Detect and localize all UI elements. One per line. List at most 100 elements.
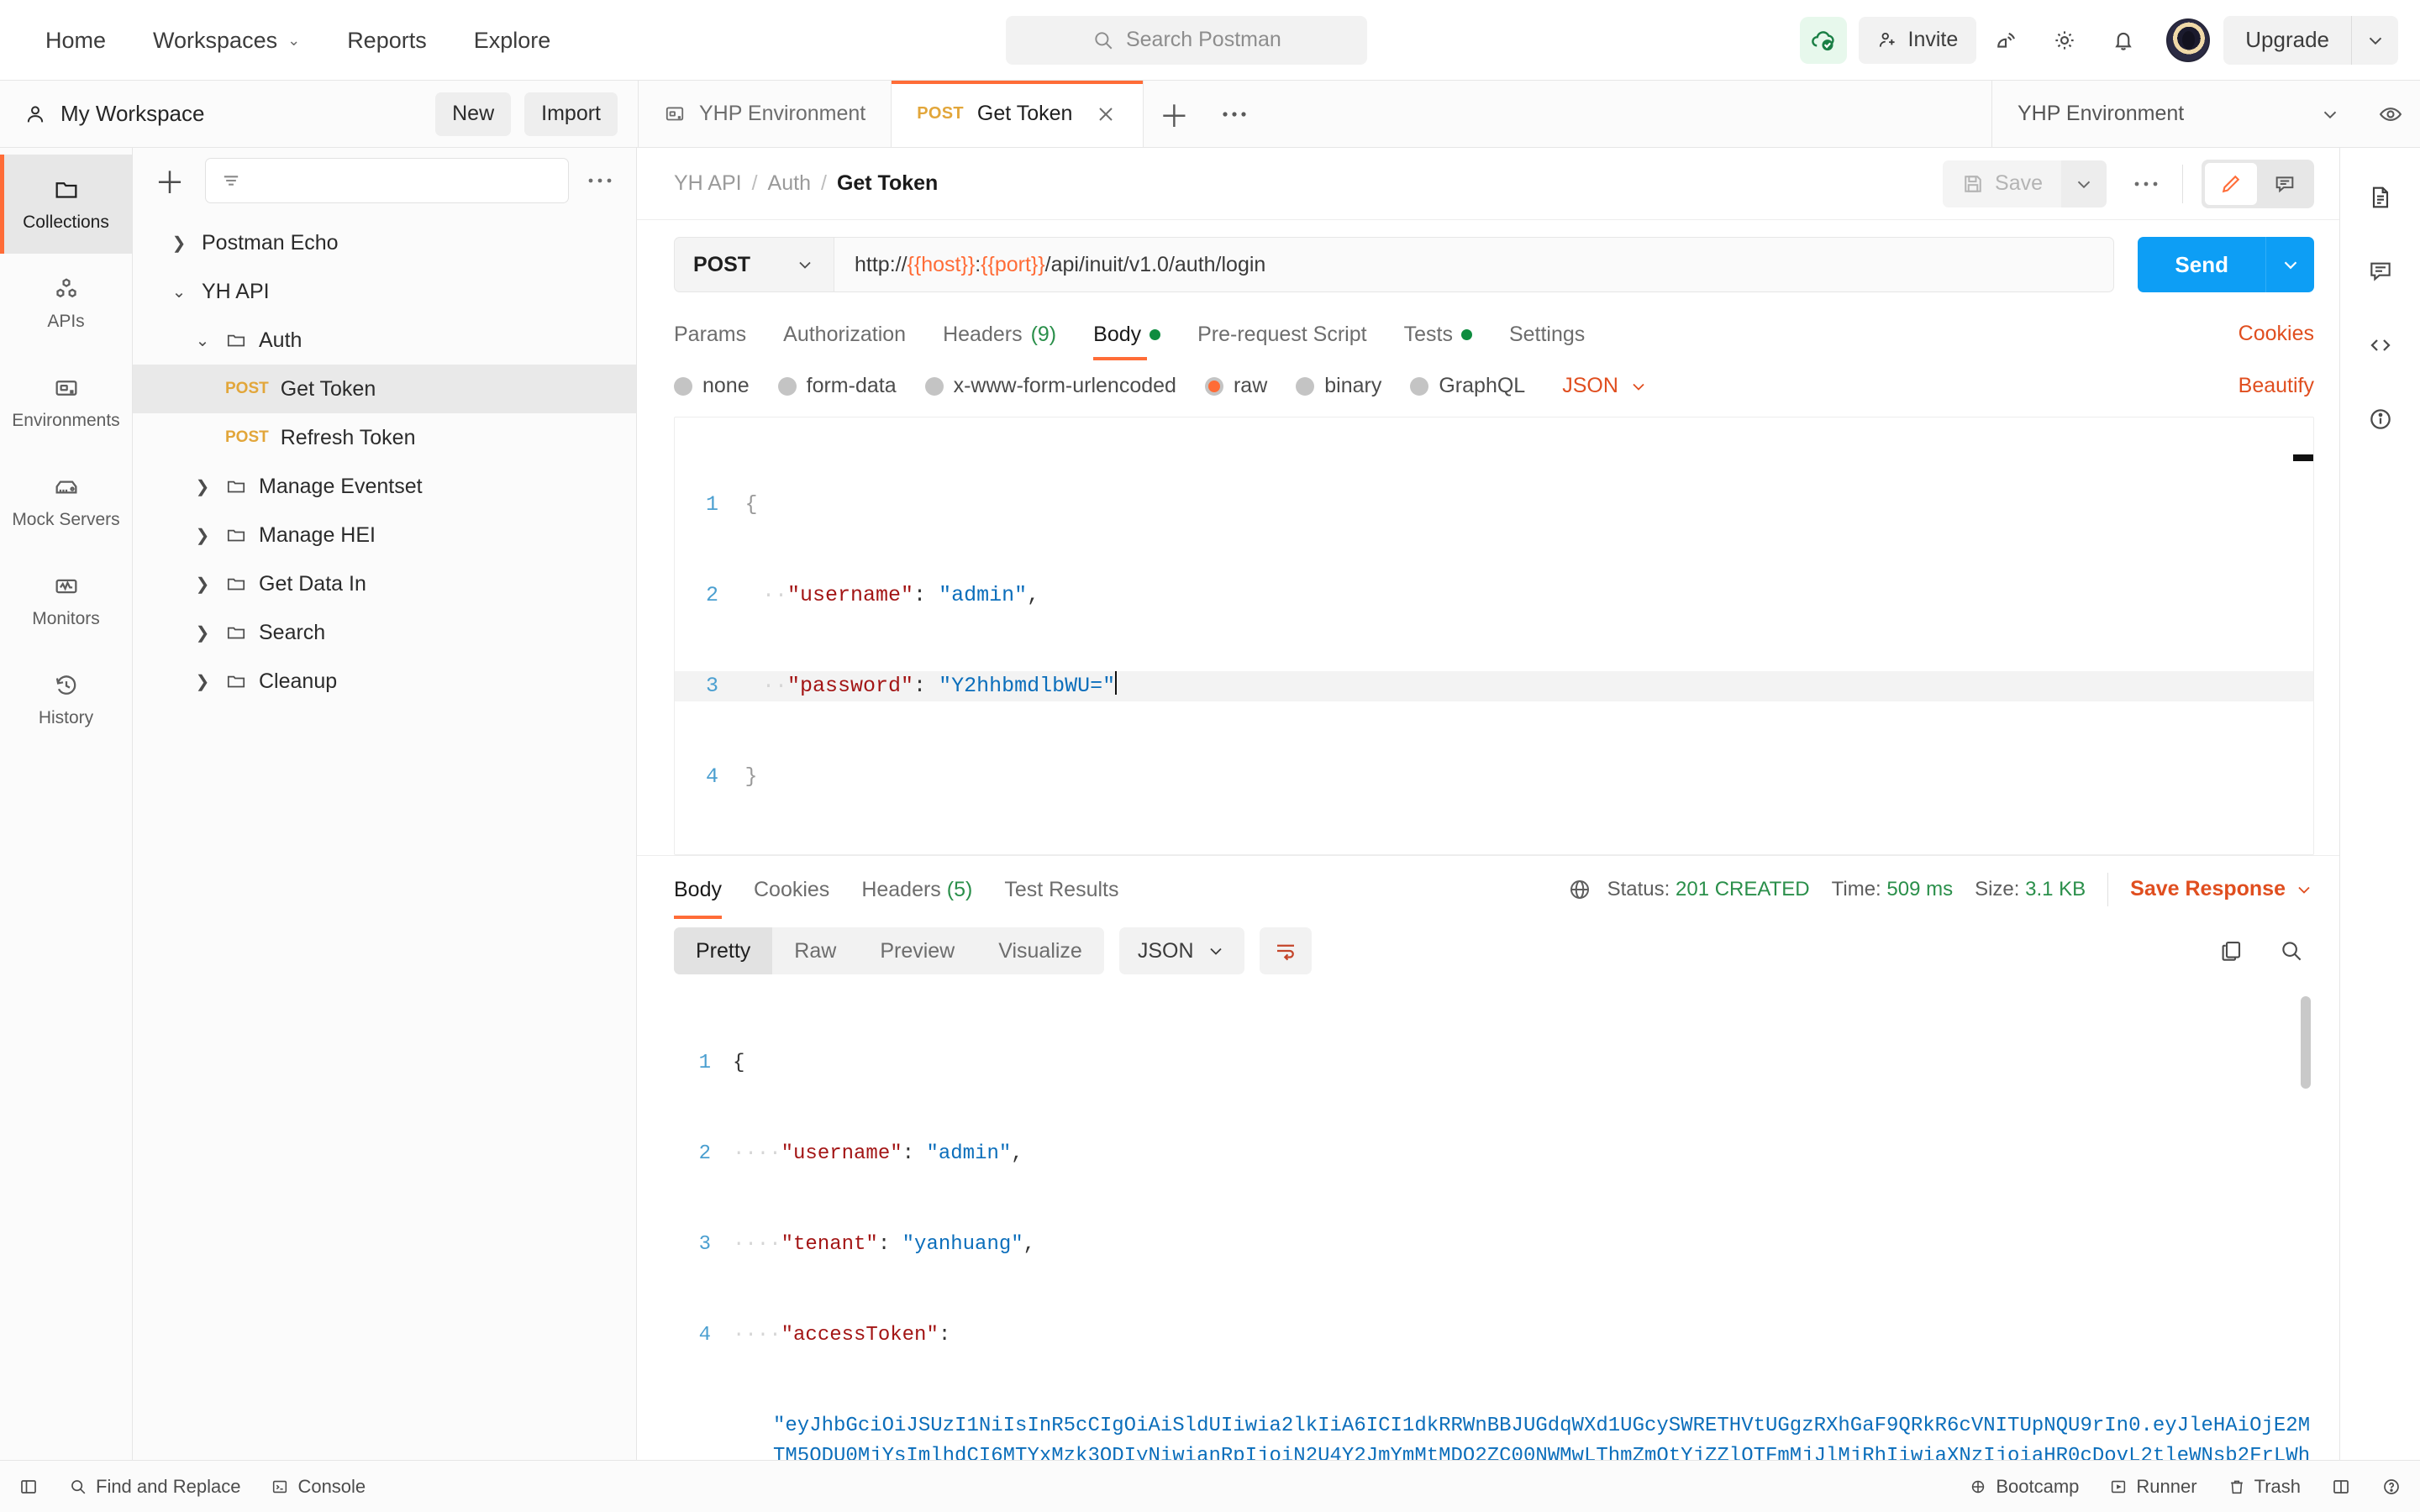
body-type-none[interactable]: none: [674, 374, 750, 398]
nav-item-explore[interactable]: Explore: [450, 15, 575, 66]
chevron-down-icon[interactable]: ⌄: [192, 330, 213, 351]
send-options-chevron-down-icon[interactable]: [2265, 237, 2314, 292]
import-button[interactable]: Import: [524, 92, 618, 136]
two-pane-layout-button[interactable]: [2331, 1477, 2351, 1497]
tree-item-cleanup[interactable]: ❯ Cleanup: [133, 657, 636, 706]
bell-icon[interactable]: [2094, 14, 2153, 66]
gear-icon[interactable]: [2035, 14, 2094, 66]
sidebar-item-mock-servers[interactable]: Mock Servers: [0, 452, 132, 551]
satellite-icon[interactable]: [1976, 14, 2035, 66]
response-body-viewer[interactable]: 1 { 2 ····"username": "admin", 3 ····"te…: [674, 988, 2314, 1460]
response-scrollbar[interactable]: [2301, 996, 2311, 1089]
body-type-binary[interactable]: binary: [1296, 374, 1381, 398]
chevron-right-icon[interactable]: ❯: [192, 525, 213, 546]
chevron-right-icon[interactable]: ❯: [192, 476, 213, 497]
view-mode-pretty[interactable]: Pretty: [674, 927, 773, 974]
breadcrumb-collection[interactable]: YH API: [674, 171, 742, 196]
tree-item-yh-api[interactable]: ⌄ YH API: [133, 267, 636, 316]
avatar[interactable]: [2166, 18, 2211, 62]
tree-item-manage-eventset[interactable]: ❯ Manage Eventset: [133, 462, 636, 511]
chevron-right-icon[interactable]: ❯: [192, 574, 213, 595]
tab-pre-request-script[interactable]: Pre-request Script: [1197, 307, 1366, 360]
tab-authorization[interactable]: Authorization: [783, 307, 906, 360]
sidebar-options-icon[interactable]: [582, 176, 618, 185]
console-button[interactable]: Console: [271, 1476, 366, 1498]
chevron-right-icon[interactable]: ❯: [168, 233, 190, 254]
search-input[interactable]: Search Postman: [1006, 15, 1368, 65]
wrap-lines-button[interactable]: [1259, 927, 1312, 974]
view-mode-visualize[interactable]: Visualize: [976, 927, 1104, 974]
tab-params[interactable]: Params: [674, 307, 746, 360]
url-input[interactable]: http://{{host}}: {{port}}/api/inuit/v1.0/…: [834, 237, 2115, 292]
tree-item-search[interactable]: ❯ Search: [133, 608, 636, 657]
body-type-x-www-form-urlencoded[interactable]: x-www-form-urlencoded: [924, 374, 1176, 398]
http-method-select[interactable]: POST: [674, 237, 834, 292]
copy-icon[interactable]: [2208, 938, 2254, 963]
save-response-button[interactable]: Save Response: [2130, 877, 2314, 901]
cloud-check-icon[interactable]: [1799, 16, 1847, 64]
new-button[interactable]: New: [435, 92, 512, 136]
chevron-right-icon[interactable]: ❯: [192, 671, 213, 692]
bootcamp-button[interactable]: Bootcamp: [1969, 1476, 2079, 1498]
comments-icon[interactable]: [2351, 242, 2410, 301]
response-tab-body[interactable]: Body: [674, 859, 722, 919]
response-format-select[interactable]: JSON: [1118, 927, 1244, 974]
breadcrumb-folder[interactable]: Auth: [768, 171, 811, 196]
tab-get-token[interactable]: POST Get Token: [892, 81, 1144, 147]
tab-yhp-environment[interactable]: YHP Environment: [639, 81, 892, 147]
edit-pencil-icon[interactable]: [2205, 162, 2257, 205]
info-icon[interactable]: [2351, 390, 2410, 449]
code-snippet-icon[interactable]: [2351, 316, 2410, 375]
request-body-editor[interactable]: 1 { 2 ·· "username": "admin", 3 ·· "passwo…: [674, 417, 2314, 855]
save-options-chevron-down-icon[interactable]: [2061, 160, 2107, 207]
help-icon[interactable]: [2381, 1477, 2402, 1497]
beautify-button[interactable]: Beautify: [2238, 374, 2314, 398]
sidebar-item-apis[interactable]: APIs: [0, 254, 132, 353]
chevron-down-icon[interactable]: ⌄: [168, 281, 190, 302]
body-type-form-data[interactable]: form-data: [777, 374, 897, 398]
sidebar-item-monitors[interactable]: Monitors: [0, 551, 132, 650]
tree-item-refresh-token[interactable]: POST Refresh Token: [133, 413, 636, 462]
save-button[interactable]: Save: [1943, 160, 2061, 207]
nav-item-home[interactable]: Home: [22, 15, 129, 66]
tab-tests[interactable]: Tests: [1404, 307, 1472, 360]
comment-icon[interactable]: [2259, 163, 2311, 205]
toggle-sidebar-button[interactable]: [18, 1477, 39, 1497]
response-tab-headers[interactable]: Headers (5): [861, 859, 972, 919]
tree-item-manage-hei[interactable]: ❯ Manage HEI: [133, 511, 636, 559]
response-tab-test-results[interactable]: Test Results: [1004, 859, 1118, 919]
view-mode-raw[interactable]: Raw: [772, 927, 858, 974]
tab-headers[interactable]: Headers (9): [943, 307, 1056, 360]
sidebar-item-environments[interactable]: Environments: [0, 353, 132, 452]
nav-item-reports[interactable]: Reports: [324, 15, 450, 66]
upgrade-chevron-down-icon[interactable]: [2351, 15, 2398, 65]
close-icon[interactable]: [1094, 102, 1118, 126]
upgrade-button[interactable]: Upgrade: [2223, 15, 2351, 65]
raw-format-select[interactable]: JSON: [1562, 374, 1649, 398]
tab-options-icon[interactable]: [1204, 81, 1265, 147]
sidebar-item-collections[interactable]: Collections: [0, 155, 132, 254]
runner-button[interactable]: Runner: [2109, 1476, 2197, 1498]
cookies-link[interactable]: Cookies: [2238, 322, 2314, 346]
tree-item-get-token[interactable]: POST Get Token: [133, 365, 636, 413]
add-collection-button[interactable]: ＋: [148, 159, 192, 202]
tree-item-postman-echo[interactable]: ❯ Postman Echo: [133, 218, 636, 267]
tab-settings[interactable]: Settings: [1509, 307, 1585, 360]
sidebar-filter-input[interactable]: [205, 158, 569, 203]
body-type-graphql[interactable]: GraphQL: [1410, 374, 1525, 398]
environment-selector[interactable]: YHP Environment: [1991, 81, 2361, 147]
editor-scrollbar[interactable]: [2293, 454, 2313, 461]
sidebar-item-history[interactable]: History: [0, 650, 132, 749]
search-response-icon[interactable]: [2269, 938, 2314, 963]
new-tab-button[interactable]: ＋: [1144, 81, 1204, 147]
fold-marker[interactable]: {: [740, 490, 762, 520]
documentation-icon[interactable]: [2351, 168, 2410, 227]
view-mode-preview[interactable]: Preview: [858, 927, 976, 974]
trash-button[interactable]: Trash: [2228, 1476, 2301, 1498]
environment-quick-look-icon[interactable]: [2361, 81, 2420, 147]
request-more-options-icon[interactable]: [2128, 180, 2164, 188]
tab-body[interactable]: Body: [1093, 307, 1161, 360]
invite-button[interactable]: Invite: [1858, 16, 1977, 64]
body-type-raw[interactable]: raw: [1204, 374, 1267, 398]
tree-item-get-data-in[interactable]: ❯ Get Data In: [133, 559, 636, 608]
